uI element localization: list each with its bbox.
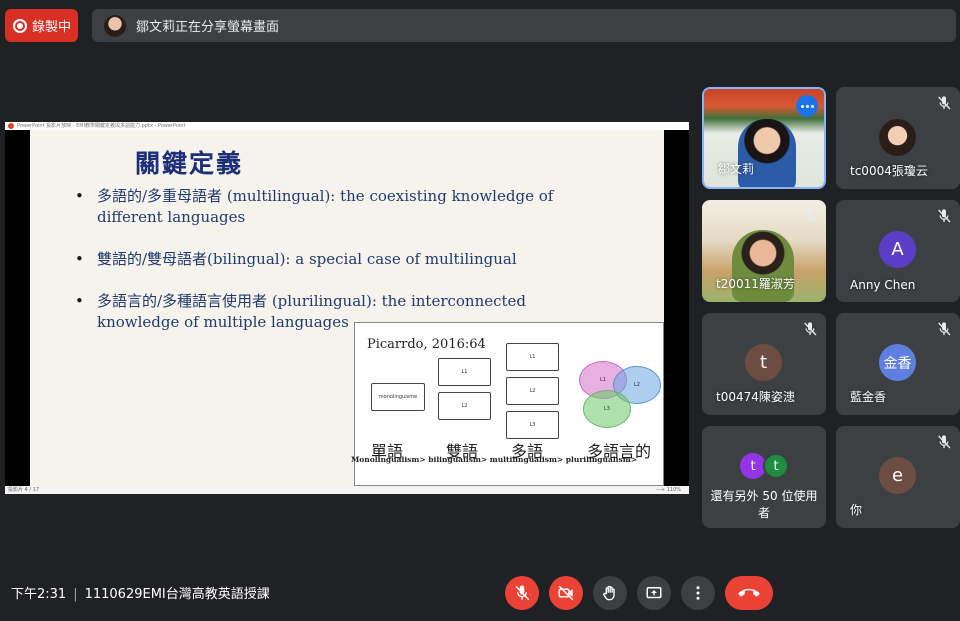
venn-circle-l3: L3 [583,390,631,428]
others-tile[interactable]: t t 還有另外 50 位使用者 [702,426,826,528]
mic-off-icon [515,585,530,601]
participant-name: t00474陳姿漶 [716,390,795,404]
participant-name: tc0004張瓊云 [850,164,928,178]
screen-share-banner: 鄒文莉正在分享螢幕畫面 [92,9,956,42]
participant-photo [879,119,916,156]
others-count-label: 還有另外 50 位使用者 [710,489,818,520]
language-diagram: Picarrdo, 2016:64 monolinguisme L1 L2 L1… [351,322,664,486]
powerpoint-icon [8,123,14,129]
bilingual-box-l2: L2 [438,392,491,420]
slide: 關鍵定義 • 多語的/多重母語者 (multilingual): the coex… [30,130,664,486]
diagram-citation: Picarrdo, 2016:64 [367,337,486,352]
participant-tile-t00474[interactable]: t t00474陳姿漶 [702,313,826,415]
mic-off-icon [938,435,951,449]
presentation-titlebar: PowerPoint 投影片放映 - EMI教學關鍵定義與多語能力.pptx -… [5,122,689,130]
diagram-caption: Monolingualism> bilingualism> multilingu… [351,455,637,464]
share-banner-text: 鄒文莉正在分享螢幕畫面 [136,20,280,35]
record-icon [13,18,27,33]
more-options-button[interactable] [681,576,715,610]
slide-bullet: • 多語的/多重母語者 (multilingual): the coexistin… [75,187,554,226]
participant-name: 藍金香 [850,390,887,404]
mic-toggle-button[interactable] [505,576,539,610]
slide-bullet: • 雙語的/雙母語者(bilingual): a special case of … [75,250,517,268]
participant-tile-lan[interactable]: 金香 藍金香 [836,313,960,415]
presentation-statusbar: 投影片 4 / 17 —+ 110% [5,486,689,494]
mic-off-icon [804,209,817,223]
mic-off-icon [938,322,951,336]
participant-avatar: e [879,457,916,494]
hang-up-icon [738,588,760,597]
monolingual-box: monolinguisme [371,383,425,411]
raise-hand-icon [603,585,615,601]
camera-toggle-button[interactable] [549,576,583,610]
participant-name: Anny Chen [850,278,916,292]
presenter-avatar [104,14,126,37]
zoom-level: —+ 110% [655,487,681,493]
recording-indicator[interactable]: 錄製中 [5,9,78,42]
participant-avatar: t [745,344,782,381]
participant-tile-tc0004[interactable]: tc0004張瓊云 [836,87,960,189]
participant-tile-zou[interactable]: 鄒文莉 [702,87,826,189]
others-avatar: t [763,453,789,479]
slide-title: 關鍵定義 [135,149,244,178]
current-time: 下午2:31 [11,587,67,602]
mic-off-icon [938,209,951,223]
meeting-title: 1110629EMI台灣高教英語授課 [84,587,270,602]
more-options-icon[interactable] [796,95,818,117]
slide-counter: 投影片 4 / 17 [8,487,39,493]
more-options-icon [696,586,700,600]
bilingual-box-l1: L1 [438,358,491,386]
participant-name: t20011羅淑芳 [716,277,795,291]
mic-off-icon [804,322,817,336]
camera-off-icon [558,585,574,601]
mic-off-icon [938,96,951,110]
others-avatars: t t [740,453,789,479]
participant-tile-self[interactable]: e 你 [836,426,960,528]
leave-call-button[interactable] [725,576,773,610]
multilingual-box-l2: L2 [506,377,559,405]
present-screen-button[interactable] [637,576,671,610]
participant-avatar: 金香 [879,344,916,381]
presentation-window-title: PowerPoint 投影片放映 - EMI教學關鍵定義與多語能力.pptx -… [17,123,186,129]
multilingual-box-l1: L1 [506,343,559,371]
participant-avatar: A [879,231,916,268]
recording-label: 錄製中 [32,20,72,35]
participant-name: 鄒文莉 [718,162,755,176]
multilingual-box-l3: L3 [506,411,559,439]
meeting-info: 下午2:31 | 1110629EMI台灣高教英語授課 [11,587,270,602]
present-screen-icon [646,587,662,599]
participant-name: 你 [850,503,863,517]
participant-tile-anny[interactable]: A Anny Chen [836,200,960,302]
raise-hand-button[interactable] [593,576,627,610]
shared-screen: PowerPoint 投影片放映 - EMI教學關鍵定義與多語能力.pptx -… [5,122,689,494]
participant-tile-t20011[interactable]: t20011羅淑芳 [702,200,826,302]
